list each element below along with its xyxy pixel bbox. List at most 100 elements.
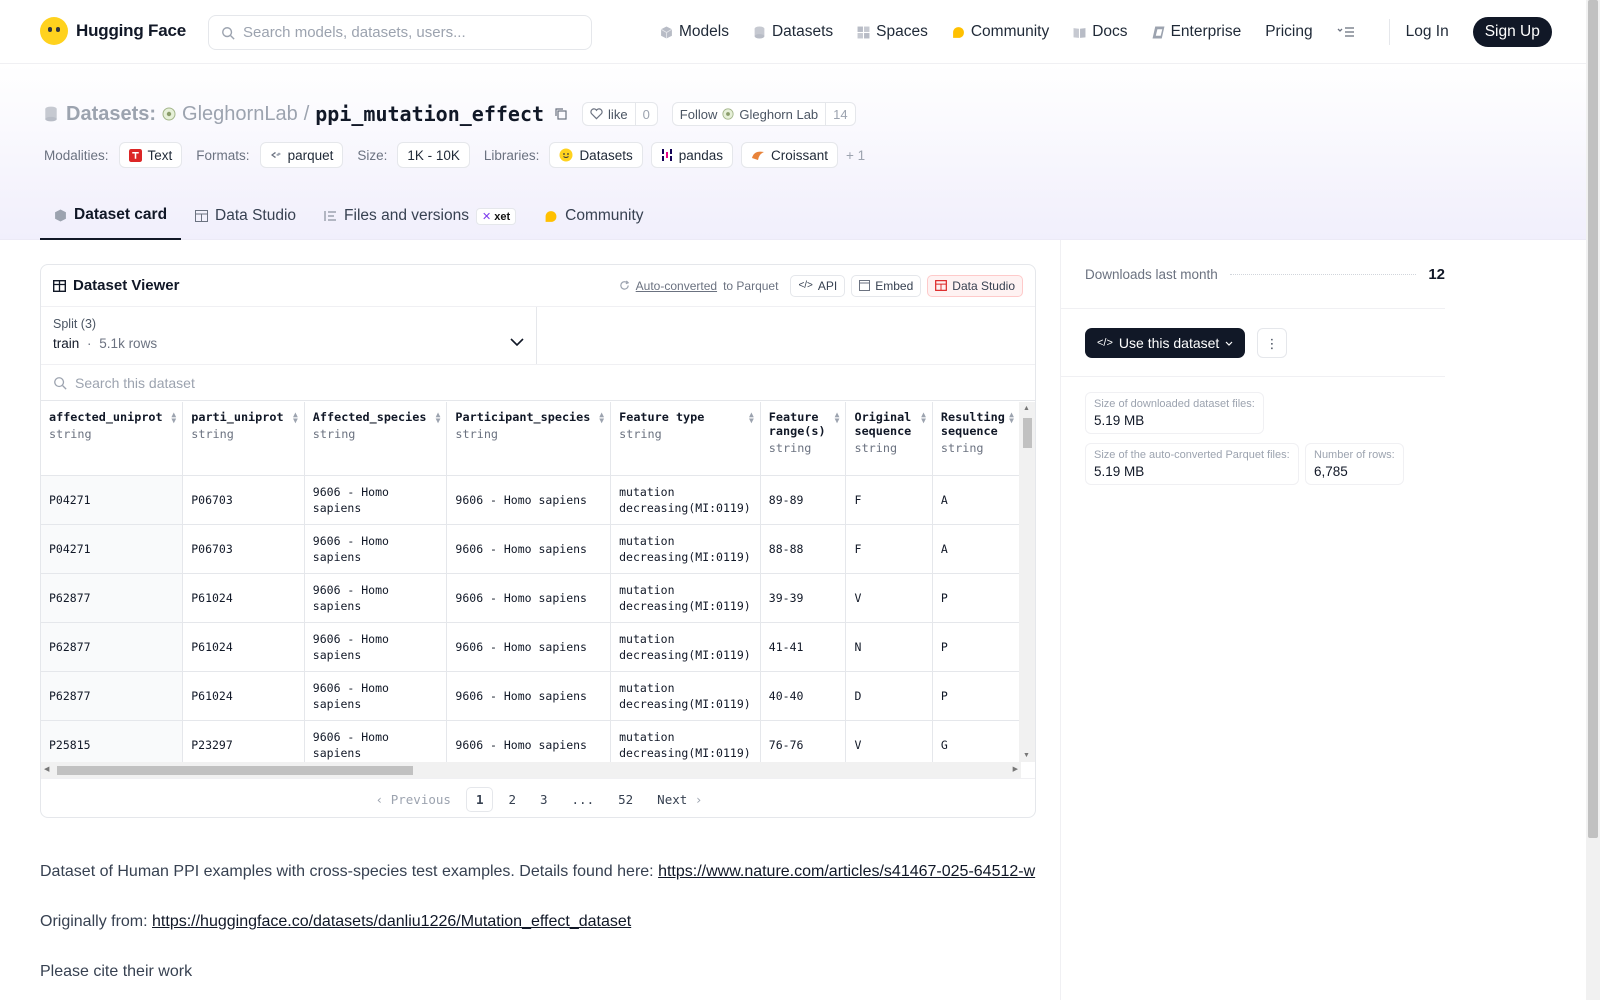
column-type: string <box>854 441 898 455</box>
column-name: Resulting sequence <box>940 410 1005 438</box>
login-link[interactable]: Log In <box>1406 23 1449 41</box>
horizontal-scroll-thumb[interactable] <box>57 766 413 775</box>
sort-icon[interactable]: ▲ ▼ <box>1009 411 1014 425</box>
like-button[interactable]: like 0 <box>582 102 658 126</box>
source-dataset-link[interactable]: https://huggingface.co/datasets/danliu12… <box>152 913 631 930</box>
format-tag-parquet[interactable]: parquet <box>259 142 344 168</box>
column-header[interactable]: Feature range(s) string ▲ ▼ <box>760 402 847 476</box>
vertical-scroll-thumb[interactable] <box>1023 418 1032 448</box>
next-page-button[interactable]: Next › <box>648 788 711 811</box>
table-row[interactable]: P25815 P23297 9606 - Homo sapiens 9606 - Ho… <box>41 720 1021 762</box>
column-header[interactable]: Affected_species string ▲ ▼ <box>304 402 448 476</box>
nature-article-link[interactable]: https://www.nature.com/articles/s41467-0… <box>658 863 1035 880</box>
column-header[interactable]: affected_uniprot string ▲ ▼ <box>41 402 184 476</box>
modality-tag-text[interactable]: Text <box>118 142 183 168</box>
page-scrollbar[interactable] <box>1586 0 1600 1000</box>
page-scroll-thumb[interactable] <box>1588 0 1598 838</box>
libraries-more[interactable]: + 1 <box>846 148 865 163</box>
copy-icon[interactable] <box>554 107 568 121</box>
page-last-button[interactable]: 52 <box>609 788 642 811</box>
org-link[interactable]: GleghornLab <box>182 103 298 126</box>
top-navbar: Hugging Face Search models, datasets, us… <box>0 0 1586 64</box>
column-header[interactable]: Feature type string ▲ ▼ <box>610 402 761 476</box>
sort-icon[interactable]: ▲ ▼ <box>749 411 754 425</box>
scroll-right-arrow[interactable]: ▶ <box>1013 765 1018 773</box>
use-dataset-button[interactable]: </> Use this dataset <box>1085 328 1246 358</box>
nav-datasets[interactable]: Datasets <box>753 23 833 41</box>
follow-count: 14 <box>825 103 854 125</box>
column-header[interactable]: Original sequence string ▲ ▼ <box>845 402 933 476</box>
column-header[interactable]: parti_uniprot string ▲ ▼ <box>182 402 305 476</box>
library-tag-croissant[interactable]: Croissant <box>741 142 839 168</box>
sort-icon[interactable]: ▲ ▼ <box>599 411 604 425</box>
column-header[interactable]: Participant_species string ▲ ▼ <box>446 402 612 476</box>
scroll-left-arrow[interactable]: ◀ <box>44 765 49 773</box>
brand-name: Hugging Face <box>76 21 186 40</box>
sort-icon[interactable]: ▲ ▼ <box>436 411 441 425</box>
sort-icon[interactable]: ▲ ▼ <box>293 411 298 425</box>
dataset-name[interactable]: ppi_mutation_effect <box>315 102 544 126</box>
global-search-input[interactable]: Search models, datasets, users... <box>208 15 592 50</box>
table-row[interactable]: P04271 P06703 9606 - Homo sapiens 9606 - Ho… <box>41 475 1021 525</box>
nav-links: Models Datasets Spaces Community Docs En… <box>660 0 1552 64</box>
table-cell: 9606 - Homo sapiens <box>446 475 612 525</box>
split-select[interactable]: Split (3) train · 5.1k rows <box>41 307 537 364</box>
nav-spaces[interactable]: Spaces <box>857 23 928 41</box>
column-header[interactable]: Resulting sequence string ▲ ▼ <box>932 402 1021 476</box>
data-studio-button[interactable]: Data Studio <box>927 274 1023 297</box>
table-horizontal-scrollbar[interactable]: ◀ ▶ <box>41 762 1021 778</box>
downloaded-size-stat: Size of downloaded dataset files: 5.19 M… <box>1085 392 1264 434</box>
tab-dataset-card[interactable]: Dataset card <box>40 192 182 240</box>
page-2-button[interactable]: 2 <box>499 788 525 811</box>
page-1-button[interactable]: 1 <box>465 786 494 812</box>
table-vertical-scrollbar[interactable]: ▲ ▼ <box>1019 402 1035 762</box>
brand-logo[interactable]: Hugging Face <box>40 17 186 45</box>
scroll-up-arrow[interactable]: ▲ <box>1023 405 1030 412</box>
table-cell: V <box>845 720 933 762</box>
table-row[interactable]: P62877 P61024 9606 - Homo sapiens 9606 - Ho… <box>41 671 1021 721</box>
formats-label: Formats: <box>196 147 250 163</box>
split-name: train <box>53 336 80 351</box>
follow-button[interactable]: Follow Gleghorn Lab 14 <box>671 102 856 126</box>
more-menu-button[interactable] <box>1337 26 1355 38</box>
more-options-button[interactable]: ⋮ <box>1257 328 1287 358</box>
prev-page-button[interactable]: ‹ Previous <box>367 788 460 811</box>
tab-data-studio[interactable]: Data Studio <box>181 192 310 240</box>
column-name: Affected_species <box>312 410 427 424</box>
nav-pricing[interactable]: Pricing <box>1265 23 1312 41</box>
table-row[interactable]: P62877 P61024 9606 - Homo sapiens 9606 - Ho… <box>41 573 1021 623</box>
column-name: parti_uniprot <box>191 410 284 424</box>
parquet-size-stat: Size of the auto-converted Parquet files… <box>1085 443 1299 485</box>
table-cell: 9606 - Homo sapiens <box>446 720 612 762</box>
library-tag-datasets[interactable]: Datasets <box>549 142 643 168</box>
rows-stat: Number of rows: 6,785 <box>1305 443 1404 485</box>
table-row[interactable]: P62877 P61024 9606 - Homo sapiens 9606 - Ho… <box>41 622 1021 672</box>
nav-models[interactable]: Models <box>660 23 729 41</box>
signup-button[interactable]: Sign Up <box>1472 17 1552 47</box>
next-page-label: Next <box>657 791 688 807</box>
datasets-breadcrumb[interactable]: Datasets: <box>66 103 156 126</box>
api-button[interactable]: </> API <box>790 274 846 297</box>
tab-files[interactable]: Files and versions ✕ xet <box>310 192 530 240</box>
community-icon <box>952 26 964 38</box>
sort-icon[interactable]: ▲ ▼ <box>835 411 840 425</box>
sort-icon[interactable]: ▲ ▼ <box>171 411 176 425</box>
scroll-down-arrow[interactable]: ▼ <box>1023 752 1030 759</box>
viewer-search-input[interactable]: Search this dataset <box>41 365 1035 401</box>
auto-converted-link[interactable]: Auto-converted <box>636 279 717 293</box>
database-icon <box>754 26 765 38</box>
table-cell: F <box>845 475 933 525</box>
page-3-button[interactable]: 3 <box>531 788 557 811</box>
table-icon <box>935 280 948 291</box>
tab-community[interactable]: Community <box>530 192 657 240</box>
table-cell: P62877 <box>41 622 184 672</box>
nav-docs[interactable]: Docs <box>1073 23 1128 41</box>
page-ellipsis: ... <box>571 791 595 807</box>
library-tag-pandas[interactable]: pandas <box>650 142 734 168</box>
sort-icon[interactable]: ▲ ▼ <box>921 411 926 425</box>
size-tag[interactable]: 1K - 10K <box>397 142 470 168</box>
nav-enterprise[interactable]: Enterprise <box>1152 23 1241 41</box>
embed-button[interactable]: Embed <box>851 274 922 297</box>
nav-community[interactable]: Community <box>952 23 1049 41</box>
table-row[interactable]: P04271 P06703 9606 - Homo sapiens 9606 - Ho… <box>41 524 1021 574</box>
